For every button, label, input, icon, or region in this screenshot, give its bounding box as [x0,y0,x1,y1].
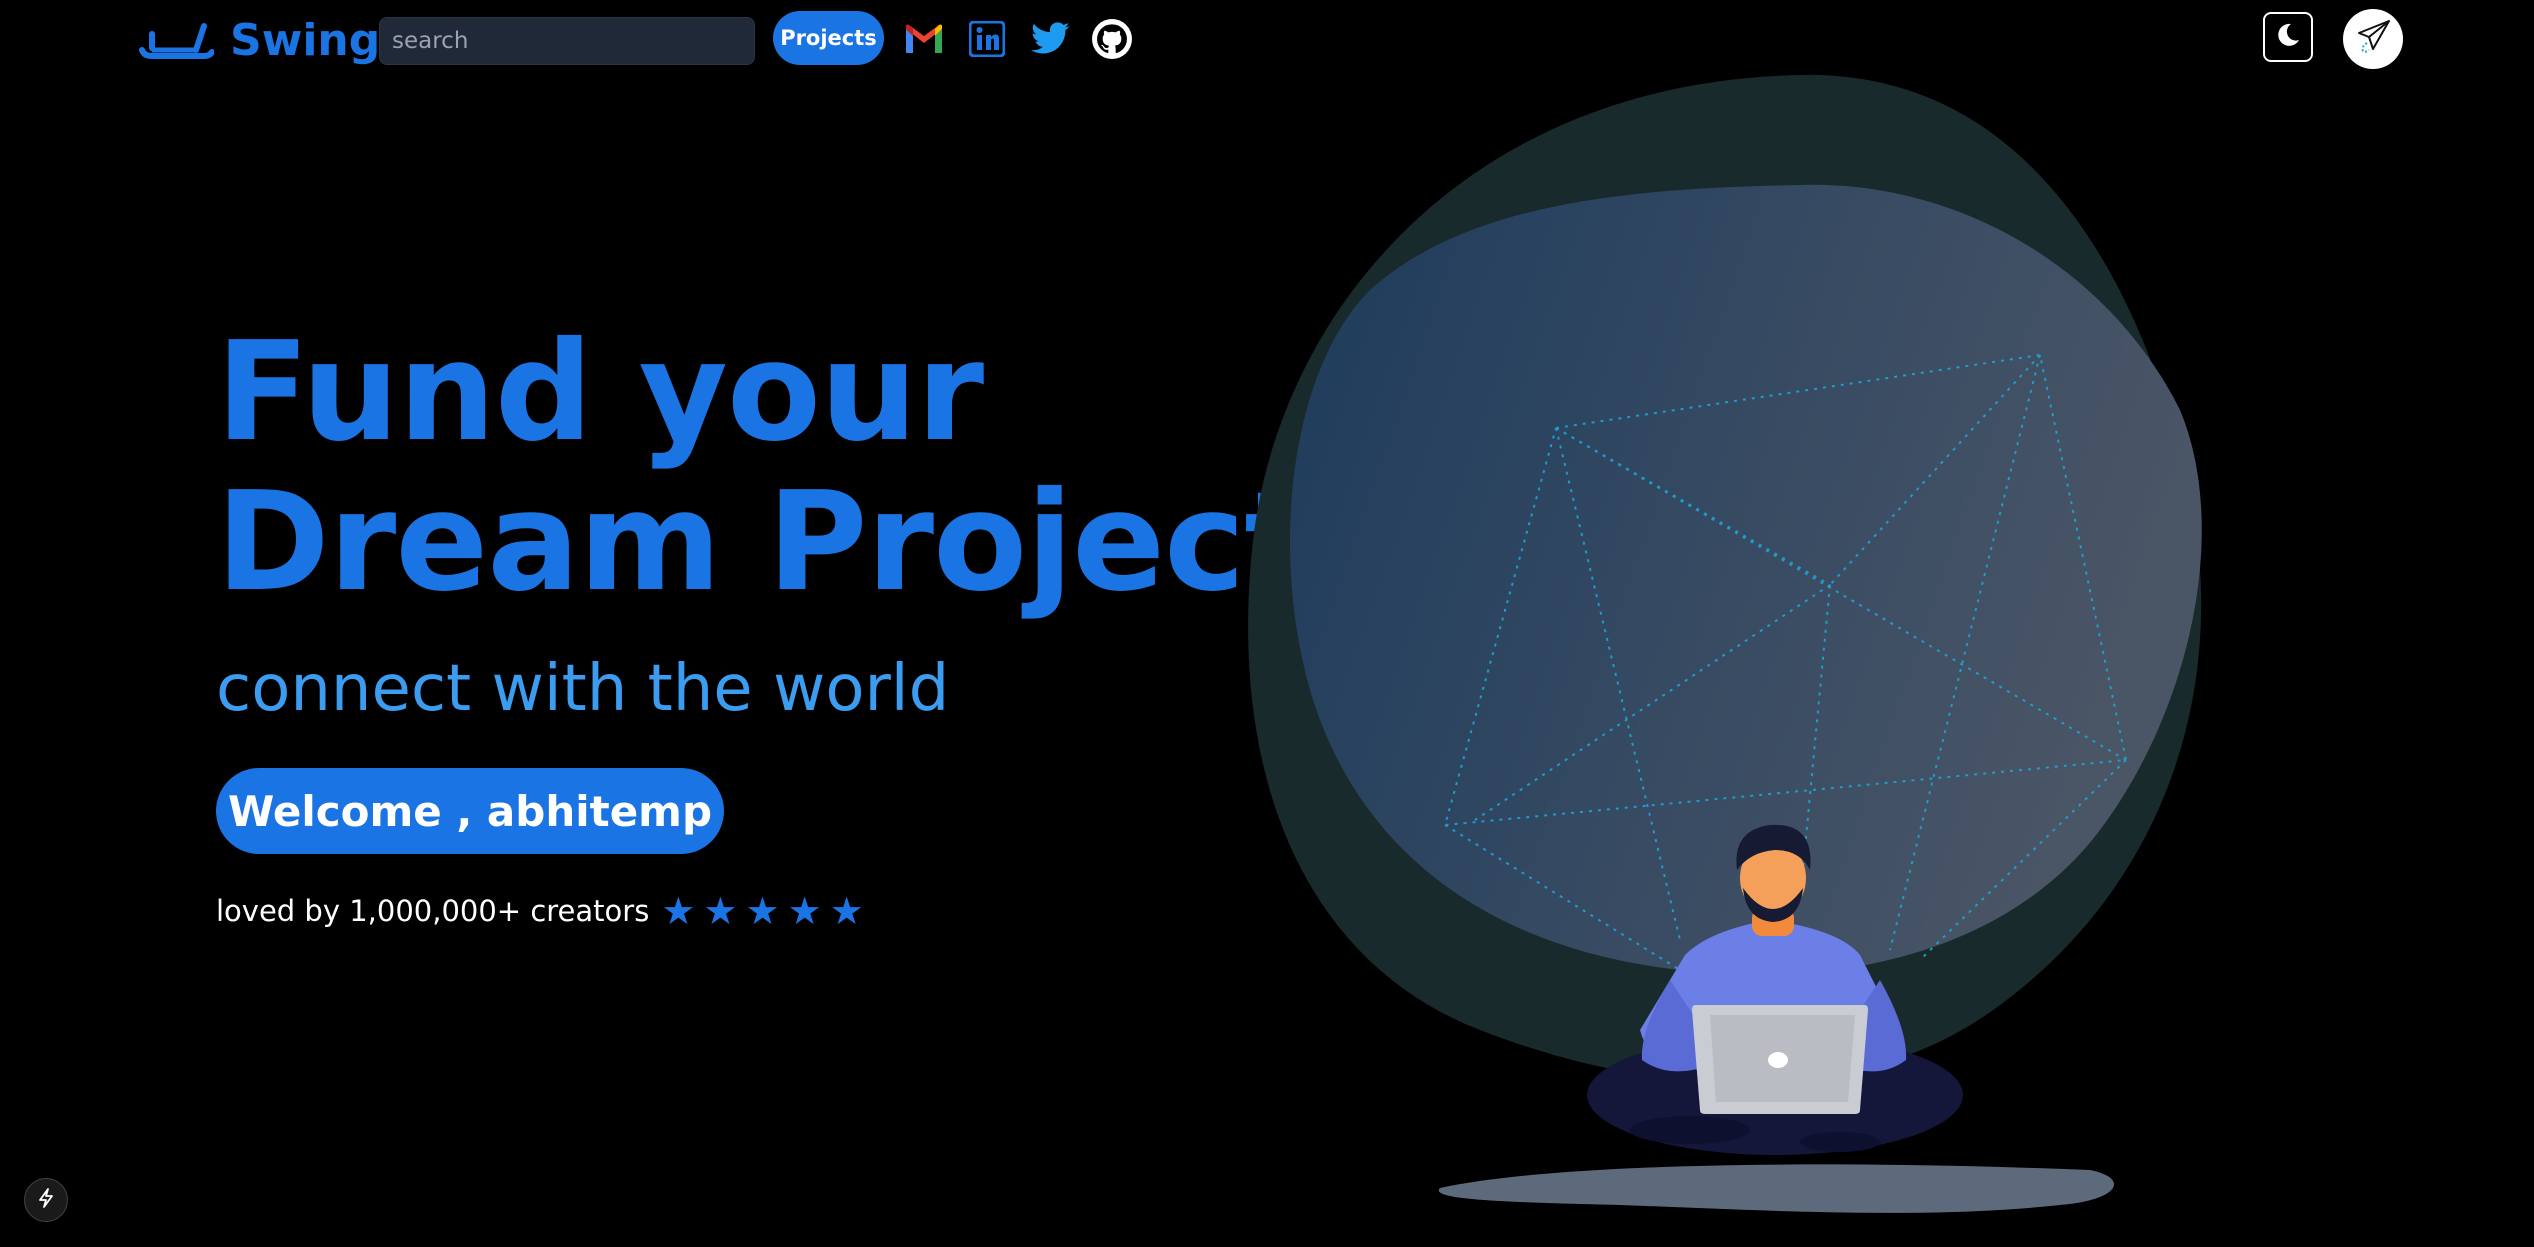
star-icon: ★ [829,889,864,933]
brand-name: Swing [230,14,381,66]
welcome-button[interactable]: Welcome , abhitemp [216,768,725,854]
twitter-icon[interactable] [1030,18,1072,60]
projects-button[interactable]: Projects [773,11,884,65]
profile-avatar[interactable] [2343,9,2403,69]
logo-icon [138,20,214,60]
rating-stars: ★ ★ ★ ★ ★ [661,892,863,930]
hero-title-line-1: Fund your [216,313,984,472]
star-icon: ★ [787,889,822,933]
moon-icon [2273,20,2303,54]
hero-illustration [1240,70,2250,1220]
social-proof: loved by 1,000,000+ creators ★ ★ ★ ★ ★ [216,892,864,930]
gmail-icon[interactable] [903,18,945,60]
hero-title: Fund your Dream Project [216,313,1310,622]
hero-title-line-2: Dream Project [216,463,1310,622]
linkedin-icon[interactable] [966,18,1008,60]
star-icon: ★ [745,889,780,933]
bolt-button[interactable] [24,1178,68,1222]
github-icon[interactable] [1091,18,1133,60]
loved-by-text: loved by 1,000,000+ creators [216,894,650,928]
search-input[interactable] [379,17,755,65]
bolt-icon [35,1187,57,1213]
brand-logo[interactable]: Swing [138,10,380,70]
paper-plane-icon [2353,17,2393,61]
theme-toggle-button[interactable] [2263,12,2313,62]
page: Swing Projects [0,0,2534,1247]
hero-subtitle: connect with the world [216,652,950,726]
star-icon: ★ [703,889,738,933]
star-icon: ★ [661,889,696,933]
